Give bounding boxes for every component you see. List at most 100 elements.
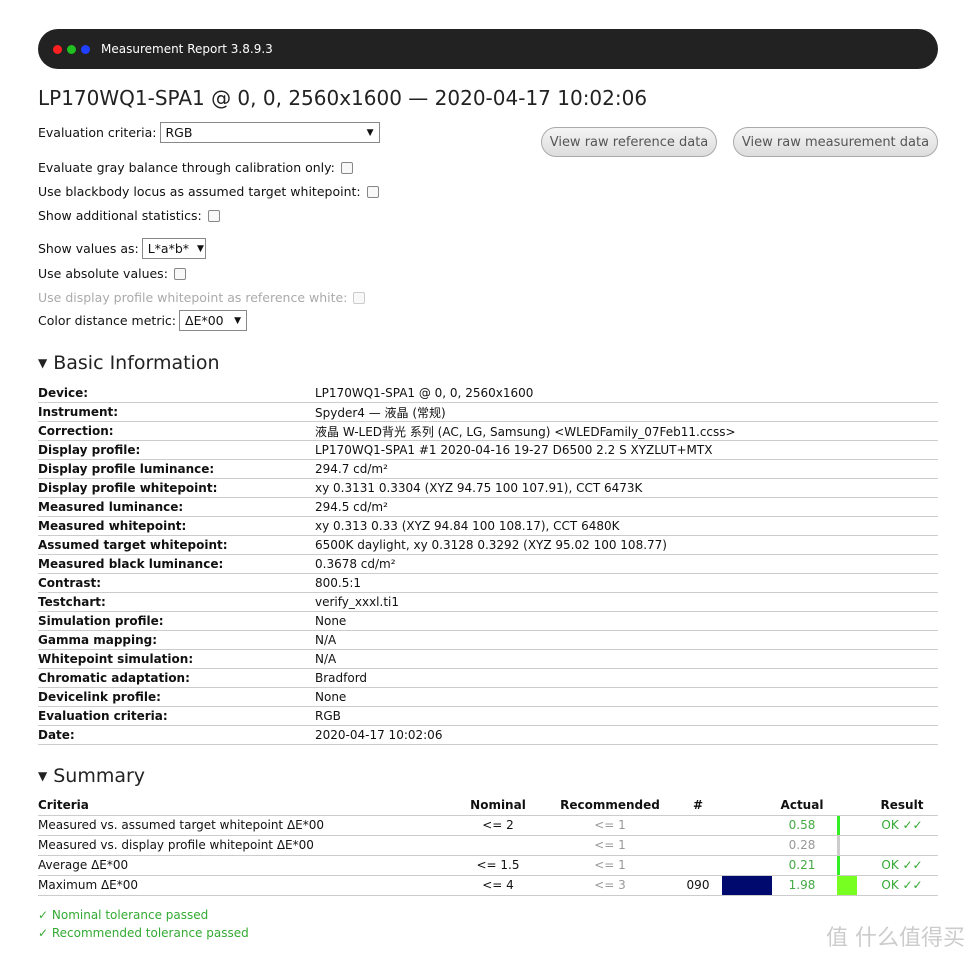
- info-label: Display profile:: [38, 443, 141, 457]
- dropdown-arrow-icon: ▼: [366, 127, 374, 138]
- info-row: Evaluation criteria: RGB: [38, 707, 938, 726]
- info-value: Spyder4 — 液晶 (常规): [315, 405, 446, 420]
- info-row: Correction: 液晶 W-LED背光 系列 (AC, LG, Samsun…: [38, 422, 938, 441]
- info-label: Date:: [38, 728, 75, 742]
- number-cell: [678, 816, 718, 835]
- actual-cell: 0.21: [788, 858, 816, 872]
- info-value: LP170WQ1-SPA1 #1 2020-04-16 19-27 D6500 …: [315, 443, 713, 457]
- info-label: Measured black luminance:: [38, 557, 224, 571]
- info-row: Measured luminance: 294.5 cd/m²: [38, 498, 938, 517]
- actual-cell: 1.98: [788, 878, 816, 892]
- basic-info-heading[interactable]: ▼ Basic Information: [38, 352, 220, 374]
- result-cell: OK ✓✓: [881, 878, 923, 892]
- criteria-cell: Average ΔE*00: [38, 858, 129, 872]
- summary-table: Criteria Nominal Recommended # Actual Re…: [38, 796, 938, 896]
- criteria-cell: Measured vs. display profile whitepoint …: [38, 838, 314, 852]
- info-row: Instrument: Spyder4 — 液晶 (常规): [38, 403, 938, 422]
- view-raw-reference-button[interactable]: View raw reference data: [541, 127, 717, 157]
- info-label: Instrument:: [38, 405, 119, 419]
- actual-bar: [837, 856, 840, 875]
- select-value: L*a*b*: [147, 241, 190, 256]
- recommended-passed-text: ✓ Recommended tolerance passed: [38, 926, 249, 940]
- red-dot-icon[interactable]: [53, 44, 62, 54]
- info-row: Whitepoint simulation: N/A: [38, 650, 938, 669]
- nominal-cell: [458, 836, 538, 855]
- number-cell: [678, 836, 718, 855]
- info-value: xy 0.3131 0.3304 (XYZ 94.75 100 107.91),…: [315, 481, 643, 495]
- info-value: 液晶 W-LED背光 系列 (AC, LG, Samsung) <WLEDFam…: [315, 424, 736, 439]
- info-label: Chromatic adaptation:: [38, 671, 190, 685]
- absolute-values-checkbox[interactable]: [173, 267, 186, 280]
- distance-metric-select[interactable]: ΔE*00 ▼: [179, 310, 248, 331]
- summary-row: Measured vs. display profile whitepoint …: [38, 836, 938, 856]
- result-cell: [862, 836, 942, 855]
- info-label: Display profile luminance:: [38, 462, 215, 476]
- basic-info-table: Device: LP170WQ1-SPA1 @ 0, 0, 2560x1600 In…: [38, 384, 938, 745]
- header-number: #: [692, 798, 704, 812]
- info-row: Device: LP170WQ1-SPA1 @ 0, 0, 2560x1600: [38, 384, 938, 403]
- gray-balance-label: Evaluate gray balance through calibratio…: [38, 160, 335, 175]
- view-raw-measurement-button[interactable]: View raw measurement data: [733, 127, 938, 157]
- info-value: 294.5 cd/m²: [315, 500, 388, 514]
- blue-dot-icon[interactable]: [81, 44, 90, 54]
- summary-row: Measured vs. assumed target whitepoint Δ…: [38, 816, 938, 836]
- info-value: LP170WQ1-SPA1 @ 0, 0, 2560x1600: [315, 386, 534, 400]
- number-cell: [678, 856, 718, 875]
- info-label: Display profile whitepoint:: [38, 481, 218, 495]
- summary-row: Average ΔE*00 <= 1.5 <= 1 0.21 OK ✓✓: [38, 856, 938, 876]
- collapse-triangle-icon: ▼: [38, 769, 48, 783]
- page-title: LP170WQ1-SPA1 @ 0, 0, 2560x1600 — 2020-0…: [38, 86, 648, 110]
- recommended-cell: <= 3: [594, 878, 626, 892]
- summary-header-row: Criteria Nominal Recommended # Actual Re…: [38, 796, 938, 816]
- additional-stats-checkbox[interactable]: [207, 209, 220, 222]
- criteria-cell: Maximum ΔE*00: [38, 878, 139, 892]
- evaluation-criteria-select[interactable]: RGB ▼: [159, 122, 380, 143]
- info-value: 2020-04-17 10:02:06: [315, 728, 443, 742]
- info-row: Measured black luminance: 0.3678 cd/m²: [38, 555, 938, 574]
- collapse-triangle-icon: ▼: [38, 356, 48, 370]
- info-label: Measured luminance:: [38, 500, 184, 514]
- info-row: Simulation profile: None: [38, 612, 938, 631]
- info-row: Testchart: verify_xxxl.ti1: [38, 593, 938, 612]
- info-label: Simulation profile:: [38, 614, 164, 628]
- recommended-cell: <= 1: [594, 818, 626, 832]
- info-value: N/A: [315, 652, 337, 666]
- recommended-cell: <= 1: [594, 838, 626, 852]
- info-row: Display profile whitepoint: xy 0.3131 0.3…: [38, 479, 938, 498]
- heading-text: Summary: [53, 765, 146, 787]
- nominal-cell: <= 4: [482, 878, 514, 892]
- info-value: N/A: [315, 633, 337, 647]
- dropdown-arrow-icon: ▼: [197, 243, 204, 254]
- profile-whitepoint-label: Use display profile whitepoint as refere…: [38, 290, 348, 305]
- info-row: Chromatic adaptation: Bradford: [38, 669, 938, 688]
- nominal-cell: <= 2: [482, 818, 514, 832]
- distance-metric-label: Color distance metric:: [38, 313, 177, 328]
- select-value: ΔE*00: [185, 313, 224, 328]
- select-value: RGB: [165, 125, 193, 140]
- actual-cell: 0.28: [788, 838, 816, 852]
- info-label: Gamma mapping:: [38, 633, 158, 647]
- show-values-select[interactable]: L*a*b* ▼: [141, 238, 206, 259]
- nominal-passed-text: ✓ Nominal tolerance passed: [38, 908, 209, 922]
- info-label: Contrast:: [38, 576, 102, 590]
- actual-bar: [837, 816, 840, 835]
- info-value: 294.7 cd/m²: [315, 462, 388, 476]
- blackbody-label: Use blackbody locus as assumed target wh…: [38, 184, 361, 199]
- info-value: 6500K daylight, xy 0.3128 0.3292 (XYZ 95…: [315, 538, 667, 552]
- result-cell: OK ✓✓: [881, 818, 923, 832]
- summary-heading[interactable]: ▼ Summary: [38, 765, 145, 787]
- info-row: Display profile: LP170WQ1-SPA1 #1 2020-04…: [38, 441, 938, 460]
- info-row: Display profile luminance: 294.7 cd/m²: [38, 460, 938, 479]
- recommended-cell: <= 1: [594, 858, 626, 872]
- blackbody-checkbox[interactable]: [366, 185, 379, 198]
- gray-balance-checkbox[interactable]: [340, 161, 353, 174]
- profile-whitepoint-checkbox: [353, 291, 366, 304]
- info-label: Assumed target whitepoint:: [38, 538, 228, 552]
- watermark-logo: 值 什么值得买: [826, 926, 965, 951]
- green-dot-icon[interactable]: [67, 44, 76, 54]
- criteria-cell: Measured vs. assumed target whitepoint Δ…: [38, 818, 325, 832]
- info-row: Devicelink profile: None: [38, 688, 938, 707]
- header-recommended: Recommended: [560, 798, 660, 812]
- nominal-cell: <= 1.5: [476, 858, 520, 872]
- evaluation-criteria-label: Evaluation criteria:: [38, 125, 157, 140]
